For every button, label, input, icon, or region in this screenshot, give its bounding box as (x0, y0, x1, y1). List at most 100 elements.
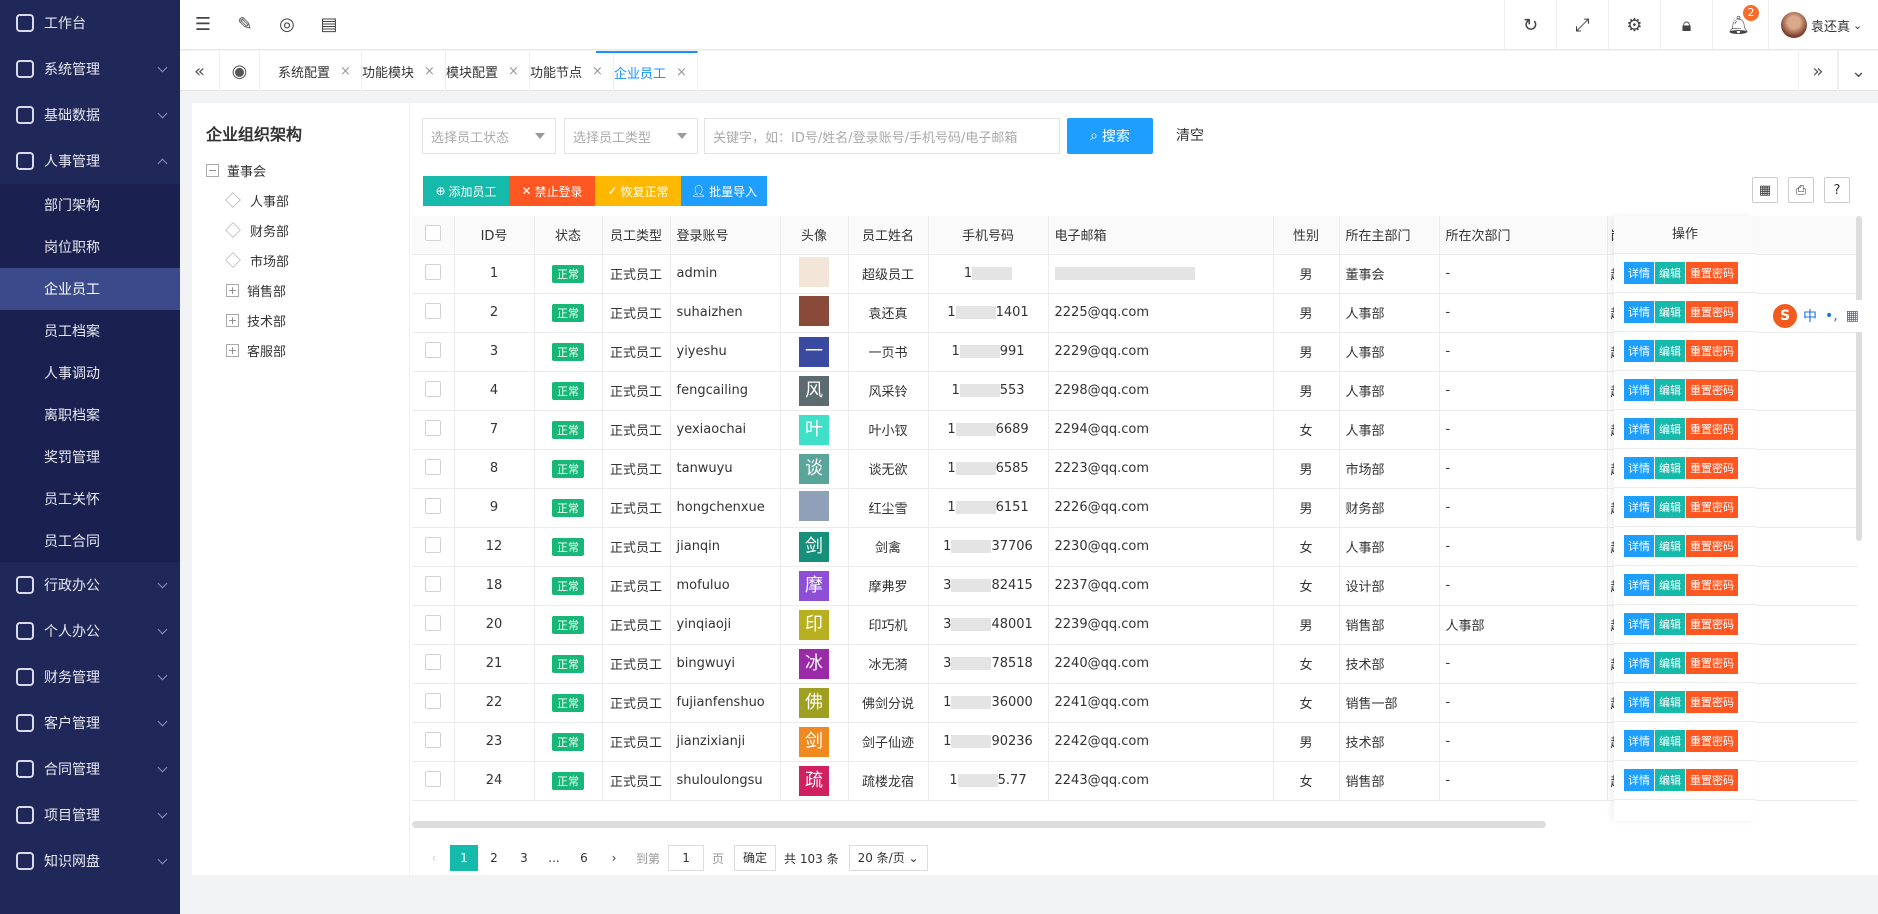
column-header[interactable]: 登录账号 (670, 216, 781, 255)
sidebar-item-3[interactable]: 人事管理 (0, 138, 180, 184)
sidebar-subitem-0[interactable]: 部门架构 (0, 184, 180, 226)
tree-node[interactable]: 人事部 (206, 185, 395, 215)
detail-button[interactable]: 详情 (1624, 340, 1654, 362)
sidebar-item-1[interactable]: 系统管理 (0, 46, 180, 92)
disable-login-button[interactable]: ✕ 禁止登录 (509, 176, 595, 206)
avatar[interactable]: 印 (799, 609, 829, 640)
column-header[interactable]: 手机号码 (928, 216, 1049, 255)
avatar[interactable]: 谈 (799, 453, 829, 484)
row-checkbox[interactable] (424, 380, 441, 397)
detail-button[interactable]: 详情 (1624, 769, 1654, 791)
column-header[interactable]: 员工姓名 (848, 216, 929, 255)
sidebar-group-6[interactable]: 知识网盘 (0, 838, 180, 884)
sidebar-group-3[interactable]: 客户管理 (0, 700, 180, 746)
ime-toolbar[interactable]: S 中 •, ▦ (1773, 300, 1878, 332)
reset-password-button[interactable]: 重置密码 (1686, 652, 1738, 674)
tree-node[interactable]: 财务部 (206, 215, 395, 245)
sidebar-group-5[interactable]: 项目管理 (0, 792, 180, 838)
reset-password-button[interactable]: 重置密码 (1686, 379, 1738, 401)
avatar[interactable]: 风 (799, 375, 829, 406)
bell-icon[interactable]: 🔔︎ 2 (1712, 0, 1764, 50)
row-checkbox[interactable] (424, 575, 441, 592)
detail-button[interactable]: 详情 (1624, 652, 1654, 674)
sidebar-item-2[interactable]: 基础数据 (0, 92, 180, 138)
sidebar-item-0[interactable]: 工作台 (0, 0, 180, 46)
avatar[interactable]: 疏 (799, 765, 829, 796)
sidebar-subitem-8[interactable]: 员工合同 (0, 520, 180, 562)
reset-password-button[interactable]: 重置密码 (1686, 262, 1738, 284)
gear-icon[interactable]: ⚙ (1608, 0, 1660, 50)
page-confirm-button[interactable]: 确定 (734, 845, 777, 871)
row-checkbox[interactable] (424, 692, 441, 709)
avatar[interactable]: 剑 (799, 531, 829, 562)
column-header[interactable]: 电子邮箱 (1048, 216, 1274, 255)
user-menu[interactable]: 袁还真 ⌄ (1768, 0, 1878, 50)
sidebar-subitem-3[interactable]: 员工档案 (0, 310, 180, 352)
refresh-icon[interactable]: ↻ (1504, 0, 1556, 50)
book-icon[interactable]: ▤ (318, 14, 340, 36)
row-checkbox[interactable] (424, 731, 441, 748)
reset-password-button[interactable]: 重置密码 (1686, 730, 1738, 752)
tab-menu-icon[interactable]: ⌄ (1838, 51, 1878, 91)
home-tab-icon[interactable]: ◉ (220, 51, 260, 91)
edit-button[interactable]: 编辑 (1655, 730, 1685, 752)
row-checkbox[interactable] (424, 536, 441, 553)
tab-prev-icon[interactable]: « (180, 51, 220, 91)
edit-button[interactable]: 编辑 (1655, 418, 1685, 440)
column-header[interactable]: 所在次部门 (1439, 216, 1608, 255)
avatar[interactable]: 摩 (799, 570, 829, 601)
menu-toggle-icon[interactable]: ☰ (192, 14, 214, 36)
edit-button[interactable]: 编辑 (1655, 535, 1685, 557)
help-icon[interactable]: ? (1824, 177, 1850, 203)
row-checkbox[interactable] (424, 614, 441, 631)
edit-button[interactable]: 编辑 (1655, 457, 1685, 479)
avatar[interactable]: 一 (799, 336, 829, 367)
globe-icon[interactable]: ◎ (276, 14, 298, 36)
reset-password-button[interactable]: 重置密码 (1686, 613, 1738, 635)
restore-button[interactable]: ✓ 恢复正常 (595, 176, 681, 206)
detail-button[interactable]: 详情 (1624, 496, 1654, 518)
sidebar-group-1[interactable]: 个人办公 (0, 608, 180, 654)
detail-button[interactable]: 详情 (1624, 691, 1654, 713)
sidebar-subitem-6[interactable]: 奖罚管理 (0, 436, 180, 478)
sidebar-group-4[interactable]: 合同管理 (0, 746, 180, 792)
edit-button[interactable]: 编辑 (1655, 574, 1685, 596)
close-icon[interactable]: × (676, 65, 687, 80)
page-6[interactable]: 6 (570, 845, 598, 871)
row-checkbox[interactable] (424, 458, 441, 475)
row-checkbox[interactable] (424, 770, 441, 787)
fullscreen-icon[interactable]: ⤢ (1556, 0, 1608, 50)
edit-button[interactable]: 编辑 (1655, 301, 1685, 323)
sidebar-subitem-4[interactable]: 人事调动 (0, 352, 180, 394)
page-2[interactable]: 2 (480, 845, 508, 871)
page-1[interactable]: 1 (450, 845, 478, 871)
detail-button[interactable]: 详情 (1624, 379, 1654, 401)
tab-next-icon[interactable]: » (1798, 51, 1838, 91)
expand-icon[interactable]: + (226, 283, 239, 297)
avatar[interactable] (799, 295, 829, 326)
sidebar-group-2[interactable]: 财务管理 (0, 654, 180, 700)
column-header[interactable]: 员工类型 (602, 216, 671, 255)
reset-password-button[interactable]: 重置密码 (1686, 301, 1738, 323)
avatar[interactable] (799, 256, 829, 287)
avatar[interactable] (799, 490, 829, 521)
expand-icon[interactable]: + (226, 313, 239, 327)
vertical-scrollbar[interactable] (1856, 216, 1862, 541)
sidebar-subitem-7[interactable]: 员工关怀 (0, 478, 180, 520)
reset-password-button[interactable]: 重置密码 (1686, 535, 1738, 557)
detail-button[interactable]: 详情 (1624, 574, 1654, 596)
reset-password-button[interactable]: 重置密码 (1686, 496, 1738, 518)
edit-button[interactable]: 编辑 (1655, 691, 1685, 713)
edit-button[interactable]: 编辑 (1655, 496, 1685, 518)
add-employee-button[interactable]: ⊕ 添加员工 (423, 176, 509, 206)
search-button[interactable]: ⌕ 搜索 (1067, 118, 1153, 154)
print-icon[interactable]: ⎙ (1788, 177, 1814, 203)
avatar[interactable]: 剑 (799, 726, 829, 757)
row-checkbox[interactable] (424, 653, 441, 670)
detail-button[interactable]: 详情 (1624, 418, 1654, 440)
expand-icon[interactable]: + (226, 343, 239, 357)
edit-button[interactable]: 编辑 (1655, 613, 1685, 635)
sidebar-subitem-2[interactable]: 企业员工 (0, 268, 180, 310)
edit-button[interactable]: 编辑 (1655, 379, 1685, 401)
reset-password-button[interactable]: 重置密码 (1686, 769, 1738, 791)
